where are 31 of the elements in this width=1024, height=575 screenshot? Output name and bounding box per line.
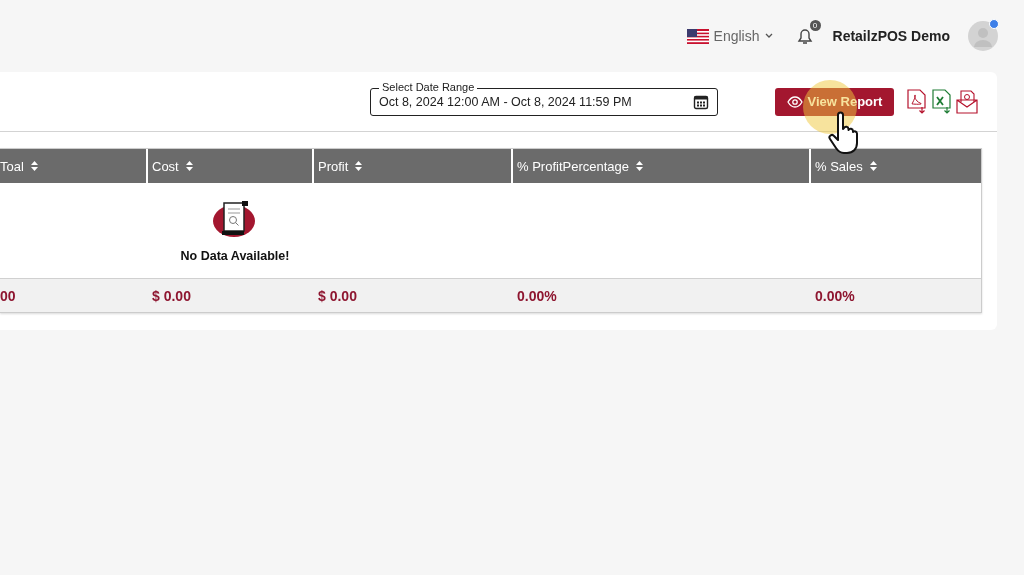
total-cell-text: 0.00%: [516, 287, 558, 304]
us-flag-icon: [686, 28, 709, 44]
email-icon[interactable]: [956, 88, 978, 115]
total-cell-text: 0.00%: [814, 287, 856, 304]
column-header[interactable]: Toal: [0, 149, 148, 183]
no-data-document-icon: [212, 198, 258, 239]
hand-cursor-icon: [828, 111, 858, 155]
notification-count: 0: [809, 20, 821, 31]
column-header[interactable]: Profit: [314, 149, 513, 183]
sort-icon: [354, 160, 364, 172]
column-header[interactable]: Cost: [148, 149, 314, 183]
total-cell-text: $ 0.00: [317, 287, 358, 304]
total-cell-text: $ 0.00: [151, 287, 192, 304]
eye-icon: [786, 95, 803, 108]
column-header[interactable]: % ProfitPercentage: [513, 149, 811, 183]
avatar-icon[interactable]: [968, 21, 998, 51]
sort-icon: [184, 160, 194, 172]
excel-download-icon[interactable]: [931, 88, 953, 115]
chevron-down-icon: [764, 33, 773, 39]
sort-icon: [29, 160, 39, 172]
sort-icon: [868, 160, 878, 172]
user-name: RetailzPOS Demo: [832, 28, 950, 44]
no-data-message: No Data Available!: [180, 248, 290, 263]
language-selector[interactable]: English: [686, 28, 773, 44]
calendar-icon: [693, 93, 709, 110]
sort-icon: [635, 160, 644, 172]
view-report-button[interactable]: View Report: [775, 87, 894, 116]
pdf-download-icon[interactable]: [906, 88, 928, 115]
column-header[interactable]: % Sales: [811, 149, 977, 183]
total-cell-text: 00: [0, 287, 17, 304]
date-range-label: Select Date Range: [379, 80, 478, 93]
